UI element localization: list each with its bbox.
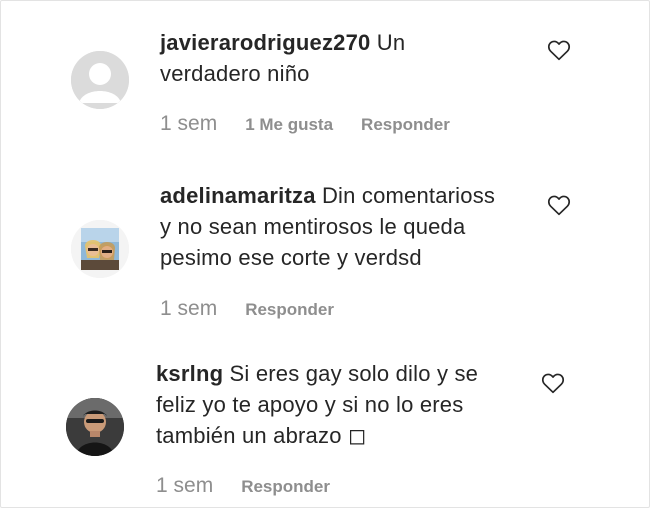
reply-button[interactable]: Responder [241, 477, 330, 497]
comment-text: Din comentarioss [315, 183, 496, 208]
comment-text: feliz yo te apoyo y si no lo eres [156, 392, 464, 417]
comment-username[interactable]: ksrlng [156, 361, 223, 386]
comment-body: javierarodriguez270 Un verdadero niño [160, 27, 405, 89]
comment-username[interactable]: adelinamaritza [160, 183, 316, 208]
comment-likes-count[interactable]: 1 Me gusta [245, 115, 333, 135]
comment-text: y no sean mentirosos le queda [160, 214, 466, 239]
comment-meta: 1 sem 1 Me gusta Responder [160, 112, 478, 136]
avatar[interactable] [71, 220, 129, 278]
comment-timestamp[interactable]: 1 sem [156, 474, 213, 498]
avatar[interactable] [66, 398, 124, 456]
comment-timestamp[interactable]: 1 sem [160, 112, 217, 136]
comment-timestamp[interactable]: 1 sem [160, 297, 217, 321]
comment-username[interactable]: javierarodriguez270 [160, 30, 370, 55]
profile-photo-icon [66, 398, 124, 456]
default-avatar-icon [71, 51, 129, 109]
comment-text: verdadero niño [160, 61, 310, 86]
reply-button[interactable]: Responder [361, 115, 450, 135]
avatar[interactable] [71, 51, 129, 109]
comment-meta: 1 sem Responder [156, 474, 358, 498]
comment-text: Si eres gay solo dilo y se [223, 361, 479, 386]
comment-meta: 1 sem Responder [160, 297, 362, 321]
comment-text: Un [370, 30, 406, 55]
comment-body: adelinamaritza Din comentarioss y no sea… [160, 180, 495, 273]
like-heart-icon[interactable] [547, 194, 571, 216]
comment-text: pesimo ese corte y verdsd [160, 245, 422, 270]
comment-body: ksrlng Si eres gay solo dilo y se feliz … [156, 358, 478, 451]
reply-button[interactable]: Responder [245, 300, 334, 320]
profile-photo-icon [71, 220, 129, 278]
comment-text: también un abrazo ◻ [156, 423, 367, 448]
like-heart-icon[interactable] [541, 372, 565, 394]
like-heart-icon[interactable] [547, 39, 571, 61]
